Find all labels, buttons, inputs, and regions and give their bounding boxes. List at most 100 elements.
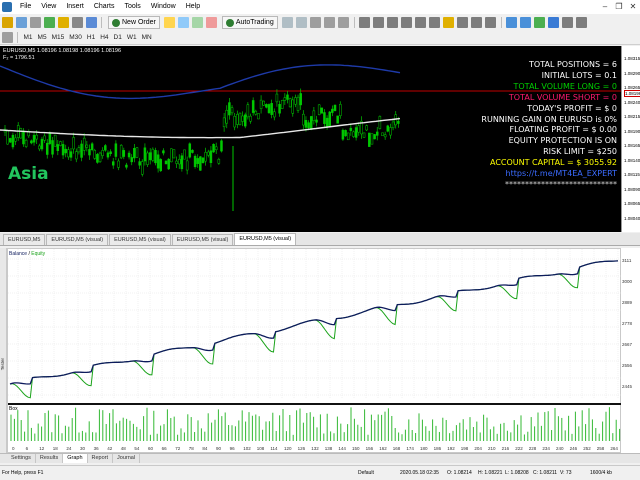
candle-body	[275, 93, 279, 103]
timeframe-h4[interactable]: H4	[98, 34, 111, 41]
candle-body	[302, 113, 305, 126]
terminal-icon[interactable]	[71, 17, 83, 28]
candlestick-series	[3, 88, 400, 211]
restore-icon[interactable]: ❐	[612, 0, 626, 14]
chart-candles-icon[interactable]	[192, 17, 204, 28]
timeframe-m5[interactable]: M5	[35, 34, 49, 41]
horizontal-line-icon[interactable]	[401, 17, 413, 28]
chart-tab[interactable]: EURUSD,M5 (visual)	[234, 233, 297, 245]
candle-body	[294, 97, 297, 105]
period-icon[interactable]	[1, 32, 13, 43]
menu-view[interactable]: View	[36, 0, 61, 14]
chart-tab[interactable]: EURUSD,M5	[3, 234, 46, 245]
price-chart[interactable]: EURUSD,M5 1.08196 1.08198 1.08196 1.0819…	[0, 46, 621, 232]
candle-body	[204, 152, 207, 162]
price-scale[interactable]: 1.08315 1.08290 1.08265 1.08240 1.08215 1.081…	[621, 46, 640, 232]
periods-icon[interactable]	[562, 17, 574, 28]
candle-body	[320, 107, 324, 114]
toolbar-divider	[101, 17, 102, 28]
moving-average-slow	[0, 117, 401, 139]
candle-body	[109, 151, 112, 154]
box-label: Box	[9, 406, 18, 412]
timeframe-mn[interactable]: MN	[139, 34, 154, 41]
auto-scroll-icon[interactable]	[324, 17, 336, 28]
grid-icon[interactable]	[534, 17, 546, 28]
vertical-line-icon[interactable]	[387, 17, 399, 28]
tester-tab-report[interactable]: Report	[88, 454, 114, 463]
crosshair-icon[interactable]	[373, 17, 385, 28]
candle-body	[61, 144, 65, 156]
candle-body	[236, 114, 239, 125]
templates-icon[interactable]	[576, 17, 588, 28]
candle-body	[135, 147, 139, 158]
candle-body	[111, 161, 115, 166]
status-bar: For Help, press F1 Default 2020.05.18 02…	[0, 465, 640, 480]
indicators-icon[interactable]	[548, 17, 560, 28]
graph-x-tick: 78	[189, 446, 195, 451]
new-chart-icon[interactable]	[1, 17, 13, 28]
candle-body	[64, 148, 67, 154]
balance-tick-label: 2556	[622, 363, 633, 368]
search-icon[interactable]	[506, 17, 518, 28]
candle-body	[304, 120, 308, 128]
chart-shift-icon[interactable]	[338, 17, 350, 28]
candle-body	[378, 116, 382, 129]
menu-window[interactable]: Window	[146, 0, 181, 14]
channel-icon[interactable]	[429, 17, 441, 28]
profiles-icon[interactable]	[15, 17, 27, 28]
trendline-icon[interactable]	[415, 17, 427, 28]
fibonacci-icon[interactable]	[443, 17, 455, 28]
new-order-button[interactable]: New Order	[108, 16, 160, 29]
tester-tab-results[interactable]: Results	[36, 454, 64, 463]
menu-tools[interactable]: Tools	[119, 0, 145, 14]
balance-line	[9, 260, 619, 385]
chart-tab[interactable]: EURUSD,M5 (visual)	[171, 234, 234, 245]
chart-bars-icon[interactable]	[178, 17, 190, 28]
candle-body	[93, 150, 97, 159]
text-icon[interactable]	[457, 17, 469, 28]
graph-x-tick: 210	[488, 446, 496, 451]
zoom-out-icon[interactable]	[296, 17, 308, 28]
minimize-icon[interactable]: –	[598, 0, 612, 14]
candle-body	[217, 159, 221, 164]
cursor-icon[interactable]	[359, 17, 371, 28]
toolbar-divider	[17, 32, 18, 43]
autotrading-button[interactable]: AutoTrading	[221, 16, 278, 29]
candle-body	[38, 145, 41, 150]
arrows-icon[interactable]	[485, 17, 497, 28]
strategy-tester-icon[interactable]	[85, 17, 97, 28]
tester-tab-settings[interactable]: Settings	[7, 454, 36, 463]
moving-average-fast	[0, 64, 401, 100]
menu-help[interactable]: Help	[181, 0, 205, 14]
tile-windows-icon[interactable]	[310, 17, 322, 28]
candle-body	[259, 99, 263, 109]
candle-body	[69, 151, 73, 158]
chart-tab[interactable]: EURUSD,M5 (visual)	[109, 234, 171, 245]
menu-insert[interactable]: Insert	[61, 0, 89, 14]
navigator-icon[interactable]	[57, 17, 69, 28]
close-icon[interactable]: ✕	[626, 0, 640, 14]
candle-body	[339, 104, 342, 116]
data-window-icon[interactable]	[43, 17, 55, 28]
tester-tab-graph[interactable]: Graph	[63, 454, 88, 463]
menu-file[interactable]: File	[15, 0, 36, 14]
timeframe-d1[interactable]: D1	[111, 34, 124, 41]
chart-tab[interactable]: EURUSD,M5 (visual)	[46, 234, 109, 245]
menu-charts[interactable]: Charts	[89, 0, 120, 14]
tester-tab-journal[interactable]: Journal	[113, 454, 141, 463]
metaeditor-icon[interactable]	[164, 17, 176, 28]
tester-side-strip[interactable]: Tester	[0, 248, 7, 453]
timeframe-m15[interactable]: M15	[49, 34, 67, 41]
timeframe-h1[interactable]: H1	[84, 34, 97, 41]
timeframe-w1[interactable]: W1	[124, 34, 139, 41]
timeframe-m30[interactable]: M30	[67, 34, 85, 41]
market-watch-icon[interactable]	[29, 17, 41, 28]
zoom-in-icon[interactable]	[282, 17, 294, 28]
label-icon[interactable]	[471, 17, 483, 28]
chart-line-icon[interactable]	[206, 17, 218, 28]
zoom-icon[interactable]	[520, 17, 532, 28]
info-line: INITIAL LOTS = 0.1	[541, 70, 617, 80]
info-line: ****************************	[505, 179, 617, 189]
terminal-window: File View Insert Charts Tools Window Hel…	[0, 0, 640, 480]
timeframe-m1[interactable]: M1	[21, 34, 35, 41]
